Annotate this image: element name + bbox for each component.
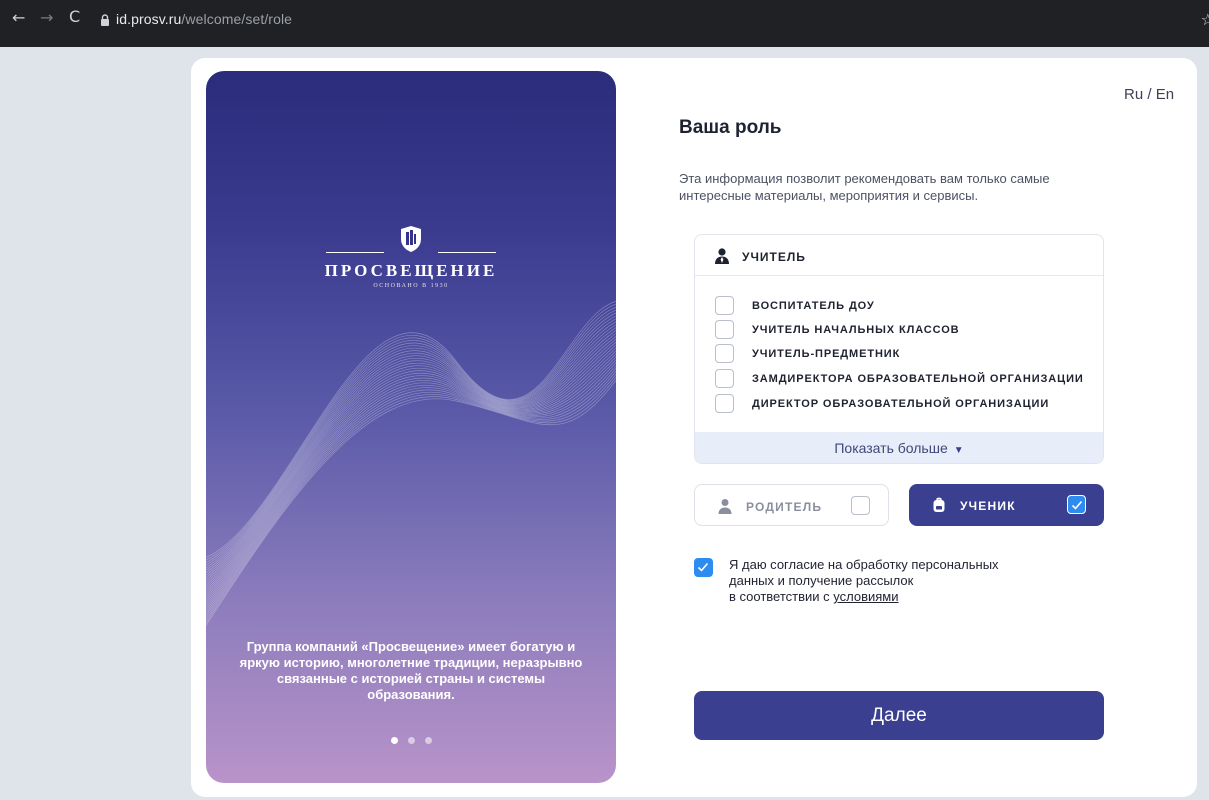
promo-text: Группа компаний «Просвещение» имеет бога… [239, 639, 583, 702]
wave-line [206, 344, 616, 596]
back-arrow-icon[interactable]: ← [12, 8, 25, 27]
wave-line [206, 315, 616, 571]
page-description: Эта информация позволит рекомендовать ва… [679, 171, 1050, 203]
show-more-button[interactable]: Показать больше ▼ [695, 432, 1103, 463]
forward-arrow-icon[interactable]: → [40, 8, 53, 27]
teacher-option[interactable]: ЗАМДИРЕКТОРА ОБРАЗОВАТЕЛЬНОЙ ОРГАНИЗАЦИИ [715, 369, 1095, 389]
wave-line [206, 321, 616, 576]
option-checkbox[interactable] [715, 394, 734, 413]
wave-line [206, 338, 616, 591]
bookmark-star-icon[interactable]: ☆ [1201, 10, 1209, 30]
option-label: УЧИТЕЛЬ НАЧАЛЬНЫХ КЛАССОВ [752, 324, 960, 336]
carousel-dot[interactable] [407, 737, 415, 744]
logo-line-right [438, 252, 496, 253]
shield-emblem-icon [401, 226, 421, 252]
wave-line [206, 356, 616, 606]
consent-line-prefix: в соответствии с [729, 589, 834, 604]
lang-separator: / [1143, 86, 1156, 103]
lock-icon [101, 14, 109, 26]
option-label: ЗАМДИРЕКТОРА ОБРАЗОВАТЕЛЬНОЙ ОРГАНИЗАЦИИ [752, 373, 1084, 385]
consent-line: данных и получение рассылок [729, 573, 914, 588]
logo-line-left [326, 252, 384, 253]
lang-en[interactable]: En [1156, 86, 1174, 103]
carousel-dots [206, 731, 616, 749]
browser-toolbar: ← → C id.prosv.ru/welcome/set/role ☆ [0, 0, 1209, 47]
teacher-role-header[interactable]: УЧИТЕЛЬ [695, 235, 1103, 276]
student-role-label: УЧЕНИК [960, 499, 1016, 513]
wave-line [206, 341, 616, 594]
wave-line [206, 347, 616, 599]
show-more-label: Показать больше [834, 440, 948, 456]
wave-line [206, 327, 616, 581]
option-checkbox[interactable] [715, 320, 734, 339]
wave-line [206, 318, 616, 573]
option-checkbox[interactable] [715, 296, 734, 315]
checkmark-icon [1071, 500, 1083, 510]
terms-link[interactable]: условиями [833, 589, 898, 604]
url-path: /welcome/set/role [181, 11, 293, 27]
triangle-down-icon: ▼ [953, 445, 964, 456]
teacher-option[interactable]: УЧИТЕЛЬ НАЧАЛЬНЫХ КЛАССОВ [715, 320, 1095, 340]
lang-ru[interactable]: Ru [1124, 86, 1143, 103]
carousel-dot[interactable] [390, 737, 398, 744]
option-label: ДИРЕКТОР ОБРАЗОВАТЕЛЬНОЙ ОРГАНИЗАЦИИ [752, 398, 1050, 410]
language-switcher: Ru / En [1124, 86, 1174, 103]
consent-line: Я даю согласие на обработку персональных [729, 557, 999, 572]
teacher-role-label: УЧИТЕЛЬ [742, 250, 806, 264]
carousel-dot[interactable] [424, 737, 432, 744]
parent-role-label: РОДИТЕЛЬ [746, 500, 823, 514]
backpack-icon [933, 497, 945, 512]
checkmark-icon [697, 562, 709, 572]
brand-name: ПРОСВЕЩЕНИЕ [324, 261, 498, 280]
teacher-option[interactable]: УЧИТЕЛЬ-ПРЕДМЕТНИК [715, 344, 1095, 364]
student-checkbox[interactable] [1067, 495, 1086, 514]
consent-line: в соответствии с условиями [729, 589, 1049, 605]
consent-text: Я даю согласие на обработку персональных… [729, 557, 1049, 605]
wave-line [206, 335, 616, 589]
page-title: Ваша роль [679, 117, 782, 138]
address-bar[interactable]: id.prosv.ru/welcome/set/role [116, 11, 292, 27]
url-domain: id.prosv.ru [116, 11, 182, 27]
wave-line [206, 333, 616, 586]
teacher-option[interactable]: ДИРЕКТОР ОБРАЗОВАТЕЛЬНОЙ ОРГАНИЗАЦИИ [715, 394, 1095, 414]
parent-checkbox[interactable] [851, 496, 870, 515]
parent-person-icon [718, 499, 732, 514]
brand-founded: ОСНОВАНО В 1930 [373, 283, 449, 289]
student-role-button[interactable]: УЧЕНИК [909, 484, 1104, 526]
reload-icon[interactable]: C [69, 7, 80, 26]
teacher-option[interactable]: ВОСПИТАТЕЛЬ ДОУ [715, 296, 1095, 316]
teacher-role-group: УЧИТЕЛЬ ВОСПИТАТЕЛЬ ДОУ УЧИТЕЛЬ НАЧАЛЬНЫ… [694, 234, 1104, 464]
promo-panel: ПРОСВЕЩЕНИЕ ОСНОВАНО В 1930 Группа компа… [206, 71, 616, 783]
teacher-icon [715, 248, 729, 264]
option-label: УЧИТЕЛЬ-ПРЕДМЕТНИК [752, 348, 901, 360]
consent-checkbox[interactable] [694, 558, 713, 577]
parent-role-button[interactable]: РОДИТЕЛЬ [694, 484, 889, 526]
option-checkbox[interactable] [715, 344, 734, 363]
next-button[interactable]: Далее [694, 691, 1104, 740]
option-label: ВОСПИТАТЕЛЬ ДОУ [752, 300, 875, 312]
wave-line [206, 330, 616, 584]
option-checkbox[interactable] [715, 369, 734, 388]
